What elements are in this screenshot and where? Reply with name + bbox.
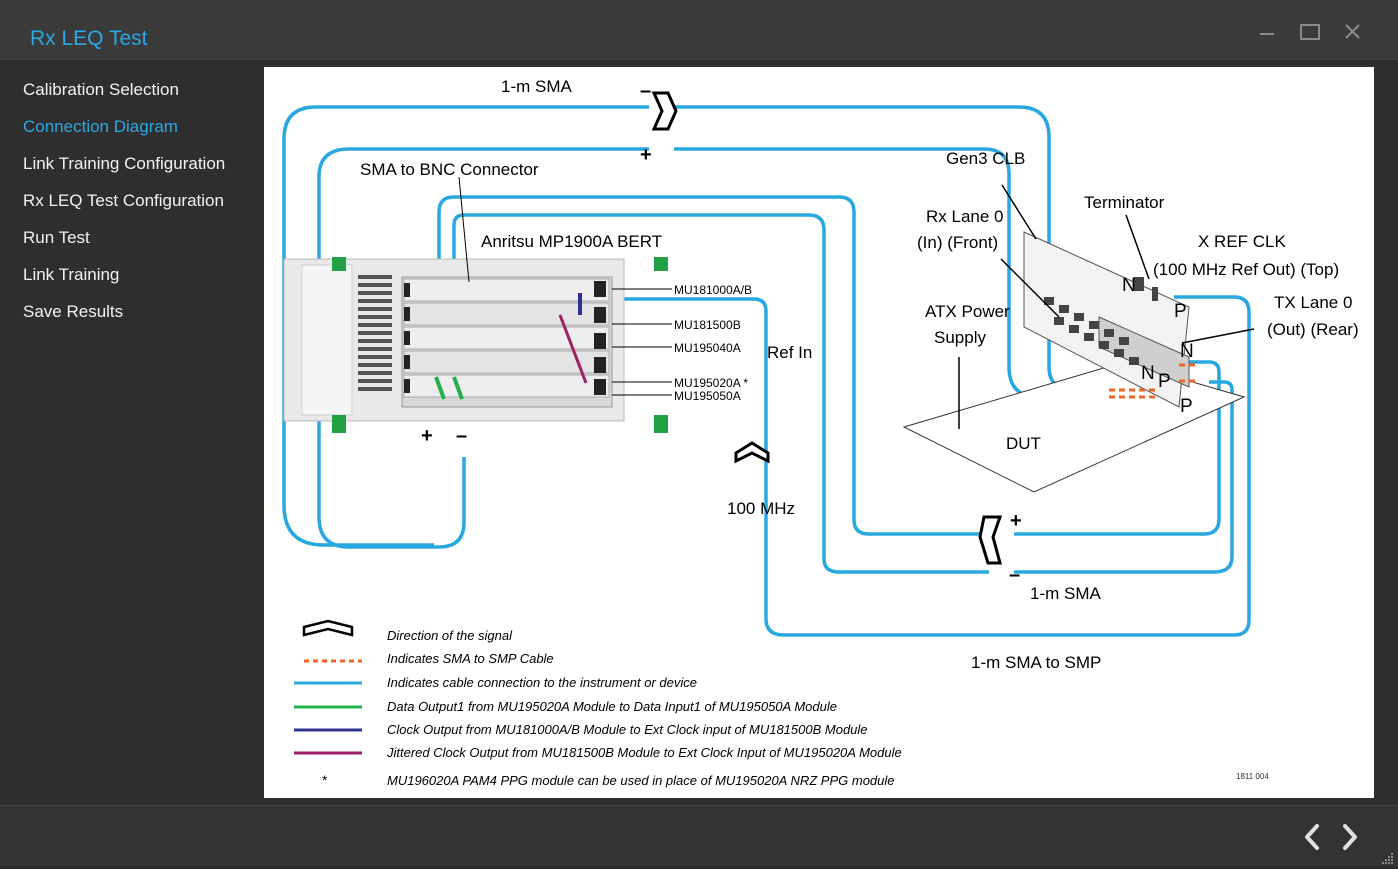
- label-module-mu181500b: MU181500B: [674, 318, 741, 332]
- legend-text-smp: Indicates SMA to SMP Cable: [387, 651, 554, 666]
- legend-star: *: [322, 772, 328, 788]
- legend-arrow-icon: [302, 619, 354, 637]
- legend-text-purple: Jittered Clock Output from MU181500B Mod…: [386, 745, 902, 760]
- next-button[interactable]: [1336, 822, 1364, 852]
- chevron-right-icon: [1343, 824, 1357, 850]
- label-gen3-clb: Gen3 CLB: [946, 149, 1025, 168]
- diagram-canvas: 1-m SMA SMA to BNC Connector Anritsu MP1…: [282, 77, 1359, 788]
- sidebar-item-calibration-selection[interactable]: Calibration Selection: [23, 80, 179, 100]
- label-module-mu181000ab: MU181000A/B: [674, 283, 752, 297]
- label-module-mu195040a: MU195040A: [674, 341, 741, 355]
- legend-text-direction: Direction of the signal: [387, 628, 513, 643]
- label-sma-bottom: 1-m SMA: [1030, 584, 1102, 603]
- legend-text-star: MU196020A PAM4 PPG module can be used in…: [387, 773, 895, 788]
- bert-instrument: [283, 257, 668, 433]
- label-tx-lane-line1: TX Lane 0: [1274, 293, 1352, 312]
- label-pin-p-top: P: [1174, 301, 1187, 322]
- label-bert: Anritsu MP1900A BERT: [481, 232, 662, 251]
- label-polarity-minus-bert: –: [456, 425, 467, 447]
- minimize-button[interactable]: [1252, 20, 1282, 44]
- label-module-mu195050a: MU195050A: [674, 389, 741, 403]
- app-window: Rx LEQ Test Calibration Selection Connec…: [0, 0, 1398, 867]
- sidebar-item-save-results[interactable]: Save Results: [23, 302, 123, 322]
- label-sma-to-smp: 1-m SMA to SMP: [971, 653, 1101, 672]
- label-xref-line2: (100 MHz Ref Out) (Top): [1153, 260, 1339, 279]
- maximize-icon: [1300, 24, 1320, 40]
- label-dut: DUT: [1006, 434, 1041, 453]
- label-polarity-plus-bert: +: [421, 425, 433, 447]
- sidebar-item-run-test[interactable]: Run Test: [23, 228, 90, 248]
- label-pin-p-bottom: P: [1180, 396, 1193, 417]
- connection-diagram: 1-m SMA SMA to BNC Connector Anritsu MP1…: [264, 67, 1374, 798]
- sidebar-item-link-training[interactable]: Link Training: [23, 265, 119, 285]
- sidebar-item-connection-diagram[interactable]: Connection Diagram: [23, 117, 178, 137]
- window-title: Rx LEQ Test: [30, 27, 148, 50]
- label-rx-lane-line2: (In) (Front): [917, 233, 998, 252]
- label-polarity-minus-bottom: –: [1009, 564, 1020, 586]
- minimize-icon: [1260, 33, 1274, 35]
- label-sma-top: 1-m SMA: [501, 77, 573, 96]
- label-pin-n-top: N: [1122, 275, 1136, 296]
- maximize-button[interactable]: [1295, 20, 1325, 44]
- label-polarity-plus-top: +: [640, 144, 652, 166]
- label-sma-to-bnc: SMA to BNC Connector: [360, 160, 539, 179]
- bottom-bar: [0, 805, 1398, 867]
- title-bar: Rx LEQ Test: [0, 0, 1398, 60]
- label-terminator: Terminator: [1084, 193, 1165, 212]
- label-freq: 100 MHz: [727, 499, 795, 518]
- close-icon: [1345, 24, 1360, 39]
- label-tx-lane-line2: (Out) (Rear): [1267, 320, 1359, 339]
- label-polarity-minus-top: –: [640, 80, 651, 102]
- label-rx-lane-line1: Rx Lane 0: [926, 207, 1004, 226]
- label-pin-n-right: N: [1180, 341, 1194, 362]
- legend: * Direction of the signal Indicates SMA …: [294, 619, 1269, 788]
- label-atx-line1: ATX Power: [925, 302, 1010, 321]
- label-atx-line2: Supply: [934, 328, 986, 347]
- sidebar: Calibration Selection Connection Diagram…: [0, 60, 255, 805]
- legend-text-green: Data Output1 from MU195020A Module to Da…: [387, 699, 837, 714]
- label-ref-in: Ref In: [767, 343, 812, 362]
- legend-text-blue: Indicates cable connection to the instru…: [387, 675, 697, 690]
- label-pin-n-mid: N: [1141, 363, 1155, 384]
- previous-button[interactable]: [1298, 822, 1326, 852]
- label-xref-line1: X REF CLK: [1198, 232, 1287, 251]
- label-pin-p-mid: P: [1158, 371, 1171, 392]
- sidebar-item-rx-leq-test-configuration[interactable]: Rx LEQ Test Configuration: [23, 191, 224, 211]
- legend-text-navy: Clock Output from MU181000A/B Module to …: [387, 722, 868, 737]
- close-button[interactable]: [1338, 20, 1368, 44]
- figure-id: 1811 004: [1236, 772, 1269, 781]
- chevron-left-icon: [1305, 824, 1319, 850]
- label-module-mu195020a: MU195020A *: [674, 376, 748, 390]
- resize-grip-icon[interactable]: [1382, 851, 1394, 864]
- sidebar-item-link-training-configuration[interactable]: Link Training Configuration: [23, 154, 225, 174]
- label-polarity-plus-bottom: +: [1010, 510, 1022, 532]
